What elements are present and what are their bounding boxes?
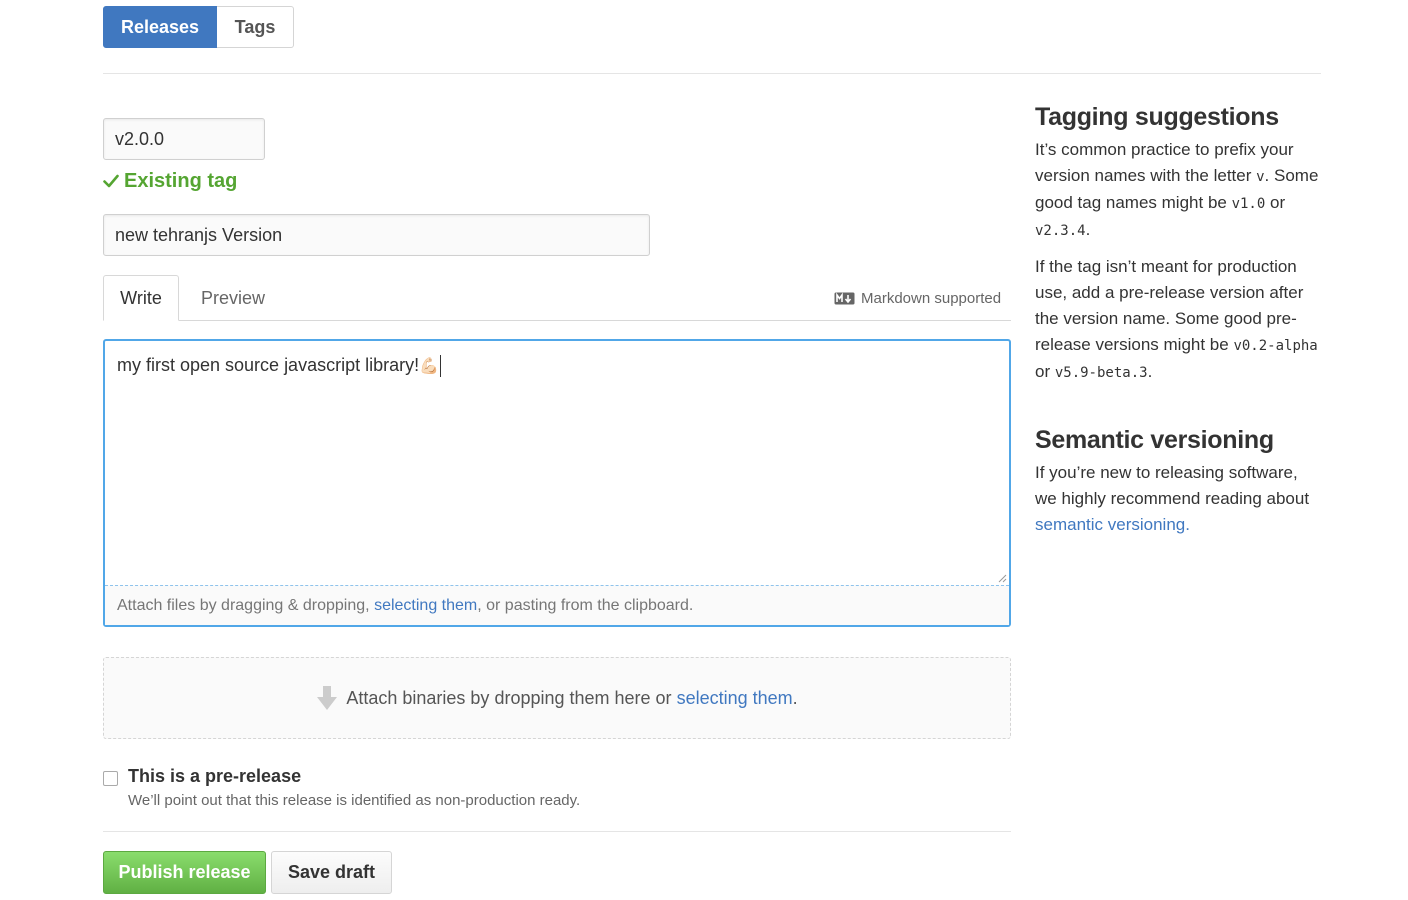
attach-files-suffix: , or pasting from the clipboard. bbox=[477, 596, 694, 614]
existing-tag-label: Existing tag bbox=[124, 169, 238, 192]
tag-version-input[interactable]: v2.0.0 bbox=[103, 118, 265, 160]
prerelease-example-beta: v5.9-beta.3 bbox=[1054, 365, 1148, 381]
preview-tab[interactable]: Preview bbox=[187, 275, 279, 321]
text-caret bbox=[440, 355, 442, 378]
binaries-suffix: . bbox=[792, 687, 798, 708]
description-text: my first open source javascript library! bbox=[117, 355, 420, 375]
arrow-down-icon bbox=[317, 686, 338, 710]
select-files-link[interactable]: selecting them bbox=[374, 597, 477, 615]
tag-example-v: v bbox=[1256, 169, 1265, 185]
semver-text: If you’re new to releasing software, we … bbox=[1035, 463, 1310, 508]
prerelease-label[interactable]: This is a pre-release bbox=[128, 766, 301, 787]
tags-tab[interactable]: Tags bbox=[217, 6, 294, 48]
prerelease-example-alpha: v0.2-alpha bbox=[1233, 338, 1318, 354]
binaries-dropzone[interactable]: Attach binaries by dropping them here or… bbox=[103, 657, 1011, 739]
resize-grip-icon[interactable] bbox=[997, 573, 1007, 583]
select-binaries-link[interactable]: selecting them bbox=[677, 688, 793, 709]
existing-tag-status: Existing tag bbox=[103, 168, 237, 194]
markdown-supported-hint[interactable]: Markdown supported bbox=[834, 288, 1001, 308]
prerelease-note: We’ll point out that this release is ide… bbox=[128, 792, 581, 809]
description-textarea[interactable]: my first open source javascript library!… bbox=[105, 341, 1009, 587]
releases-tab[interactable]: Releases bbox=[103, 6, 217, 48]
publish-release-button[interactable]: Publish release bbox=[103, 851, 266, 894]
binaries-prefix: Attach binaries by dropping them here or bbox=[346, 687, 672, 708]
tagging-suggestions-heading: Tagging suggestions bbox=[1035, 103, 1279, 131]
prerelease-text-2: or bbox=[1035, 362, 1055, 381]
actions-divider bbox=[103, 831, 1011, 832]
save-draft-button[interactable]: Save draft bbox=[271, 851, 392, 894]
check-icon bbox=[103, 174, 119, 188]
prerelease-checkbox[interactable] bbox=[103, 771, 118, 786]
tag-example-v1: v1.0 bbox=[1231, 196, 1266, 212]
tagging-suggestions-text: It’s common practice to prefix your vers… bbox=[1035, 137, 1321, 244]
tagging-text-4: . bbox=[1085, 220, 1091, 239]
tagging-text-3: or bbox=[1265, 193, 1286, 212]
attach-files-prefix: Attach files by dragging & dropping, bbox=[117, 596, 370, 614]
release-title-value: new tehranjs Version bbox=[115, 224, 283, 245]
tagging-text-1: It’s common practice to prefix your vers… bbox=[1035, 140, 1294, 185]
markdown-icon bbox=[834, 292, 855, 304]
tag-version-value: v2.0.0 bbox=[115, 128, 165, 149]
markdown-supported-label: Markdown supported bbox=[861, 289, 1002, 307]
semantic-versioning-link[interactable]: semantic versioning. bbox=[1035, 515, 1190, 534]
release-title-input[interactable]: new tehranjs Version bbox=[103, 214, 650, 256]
semantic-versioning-heading: Semantic versioning bbox=[1035, 426, 1274, 454]
semantic-versioning-text: If you’re new to releasing software, we … bbox=[1035, 460, 1321, 538]
prerelease-text-3: . bbox=[1147, 362, 1153, 381]
attach-files-bar: Attach files by dragging & dropping, sel… bbox=[105, 585, 1009, 625]
tag-example-v2: v2.3.4 bbox=[1035, 223, 1086, 239]
write-tab[interactable]: Write bbox=[103, 275, 179, 321]
release-description-editor[interactable]: my first open source javascript library!… bbox=[103, 339, 1011, 627]
prerelease-suggestions-text: If the tag isn’t meant for production us… bbox=[1035, 254, 1321, 386]
header-divider bbox=[103, 73, 1321, 74]
releases-tags-nav: Releases Tags bbox=[103, 6, 294, 48]
flexed-biceps-emoji: 💪🏻 bbox=[419, 358, 440, 375]
